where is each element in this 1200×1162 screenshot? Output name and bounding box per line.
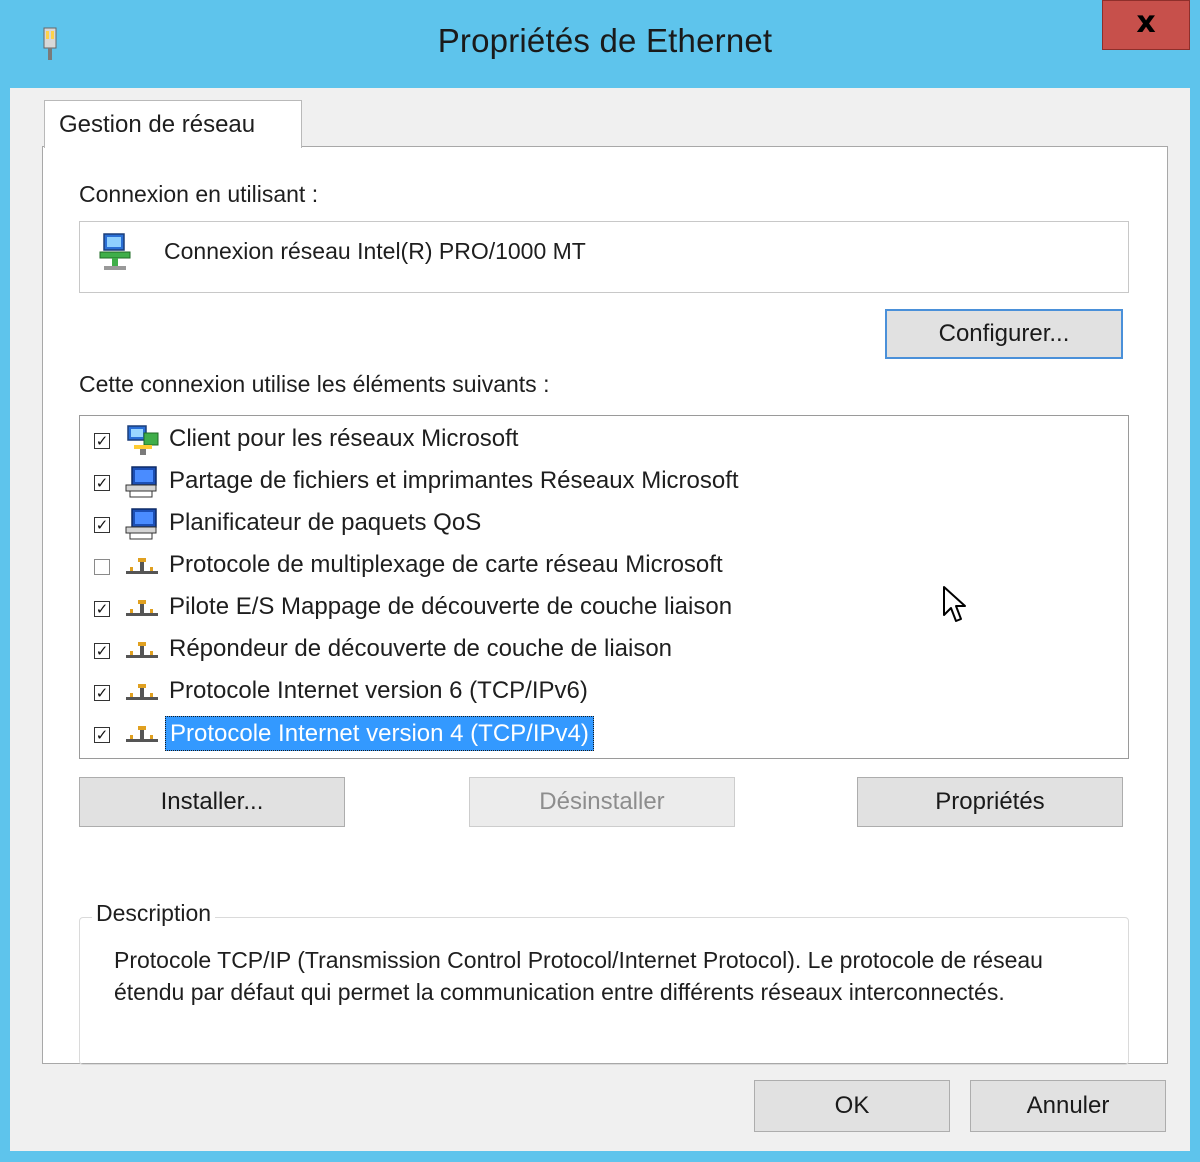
checkbox-checked[interactable]: ✓ bbox=[94, 433, 110, 449]
properties-button[interactable]: Propriétés bbox=[857, 777, 1123, 827]
ok-button[interactable]: OK bbox=[754, 1080, 950, 1132]
components-list[interactable]: ✓ Client pour les réseaux Microsoft ✓ Parta… bbox=[79, 415, 1129, 759]
checkbox-checked[interactable]: ✓ bbox=[94, 517, 110, 533]
components-label: Cette connexion utilise les éléments sui… bbox=[79, 371, 550, 397]
protocol-icon bbox=[122, 591, 162, 625]
properties-button-label: Propriétés bbox=[935, 788, 1045, 815]
configure-button-label: Configurer... bbox=[938, 320, 1070, 347]
list-item-label: Client pour les réseaux Microsoft bbox=[169, 425, 519, 452]
list-item[interactable]: ✓ Client pour les réseaux Microsoft bbox=[80, 420, 1120, 460]
configure-button[interactable]: Configurer... bbox=[885, 309, 1123, 359]
ok-button-label: OK bbox=[834, 1092, 870, 1119]
list-item[interactable]: ✓ Planificateur de paquets QoS bbox=[80, 504, 1120, 544]
uninstall-button-label: Désinstaller bbox=[539, 788, 665, 815]
checkbox-checked[interactable]: ✓ bbox=[94, 685, 110, 701]
mouse-pointer-icon bbox=[943, 586, 966, 622]
cancel-button-label: Annuler bbox=[1026, 1092, 1110, 1119]
protocol-icon bbox=[122, 675, 162, 709]
protocol-icon bbox=[122, 549, 162, 583]
list-item-label: Protocole de multiplexage de carte résea… bbox=[169, 551, 723, 578]
network-service-icon bbox=[122, 507, 162, 541]
list-item-label: Répondeur de découverte de couche de lia… bbox=[169, 635, 673, 662]
list-item[interactable]: Protocole de multiplexage de carte résea… bbox=[80, 546, 1120, 586]
window-title: Propriétés de Ethernet bbox=[437, 22, 773, 59]
cancel-button[interactable]: Annuler bbox=[970, 1080, 1166, 1132]
network-service-icon bbox=[122, 465, 162, 499]
uninstall-button[interactable]: Désinstaller bbox=[469, 777, 735, 827]
install-button[interactable]: Installer... bbox=[79, 777, 345, 827]
checkbox-checked[interactable]: ✓ bbox=[94, 727, 110, 743]
properties-dialog: Propriétés de Ethernet x Gestion de rése… bbox=[0, 0, 1200, 1162]
tab-networking[interactable]: Gestion de réseau bbox=[44, 100, 302, 148]
adapter-display: Connexion réseau Intel(R) PRO/1000 MT bbox=[79, 221, 1129, 293]
network-client-icon bbox=[122, 423, 162, 457]
close-button[interactable]: x bbox=[1102, 0, 1190, 50]
list-item-label: Planificateur de paquets QoS bbox=[169, 509, 482, 536]
list-item-label: Pilote E/S Mappage de découverte de couc… bbox=[169, 593, 733, 620]
checkbox-checked[interactable]: ✓ bbox=[94, 601, 110, 617]
list-item[interactable]: ✓ Protocole Internet version 6 (TCP/IPv6) bbox=[80, 672, 1120, 712]
protocol-icon bbox=[122, 717, 162, 751]
connect-using-label: Connexion en utilisant : bbox=[79, 181, 319, 207]
description-legend: Description bbox=[92, 900, 216, 927]
dialog-body: Gestion de réseau Connexion en utilisant… bbox=[10, 88, 1190, 1151]
tab-label: Gestion de réseau bbox=[59, 111, 256, 138]
network-adapter-icon bbox=[99, 233, 131, 270]
checkbox-unchecked[interactable] bbox=[94, 559, 110, 575]
install-button-label: Installer... bbox=[160, 788, 264, 815]
protocol-icon bbox=[122, 633, 162, 667]
list-item[interactable]: ✓ Protocole Internet version 4 (TCP/IPv4) bbox=[80, 714, 1120, 754]
list-item-label: Partage de fichiers et imprimantes Résea… bbox=[169, 467, 739, 494]
title-bar[interactable]: Propriétés de Ethernet x bbox=[0, 0, 1200, 88]
checkbox-checked[interactable]: ✓ bbox=[94, 643, 110, 659]
description-group: Description Protocole TCP/IP (Transmissi… bbox=[79, 900, 1129, 1065]
list-item[interactable]: ✓ Répondeur de découverte de couche de li… bbox=[80, 630, 1120, 670]
adapter-name: Connexion réseau Intel(R) PRO/1000 MT bbox=[164, 238, 586, 264]
checkbox-checked[interactable]: ✓ bbox=[94, 475, 110, 491]
description-text: Protocole TCP/IP (Transmission Control P… bbox=[114, 947, 1043, 1005]
tab-panel: Connexion en utilisant : Connexion résea… bbox=[42, 146, 1168, 1065]
list-item-label: Protocole Internet version 6 (TCP/IPv6) bbox=[169, 677, 588, 704]
list-item-label: Protocole Internet version 4 (TCP/IPv4) bbox=[165, 716, 594, 751]
list-item[interactable]: ✓ Partage de fichiers et imprimantes Rése… bbox=[80, 462, 1120, 502]
